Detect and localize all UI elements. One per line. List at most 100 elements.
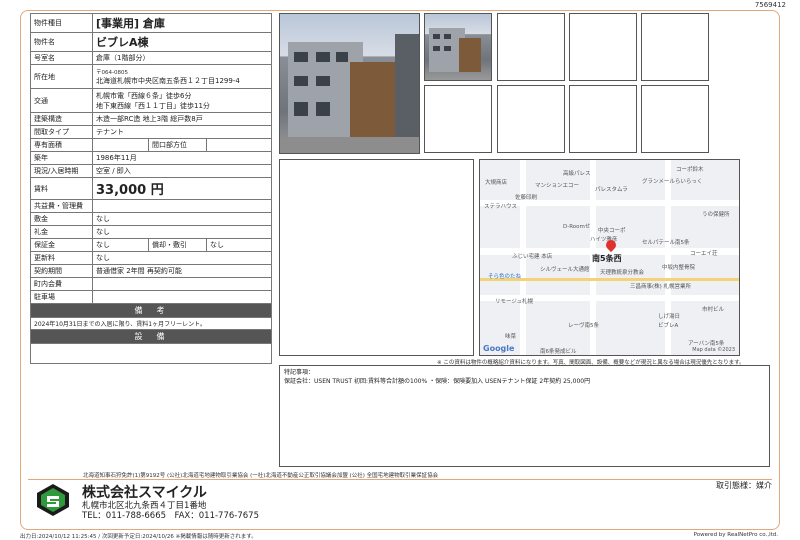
- building-photo-thumb: [424, 13, 492, 81]
- map-label: マンションエコー: [535, 183, 580, 189]
- label-built: 築年: [30, 151, 93, 165]
- map-label: 三昌商事(株) 札幌営業所: [630, 284, 692, 290]
- label-type: 物件種目: [30, 13, 93, 33]
- company-logo-icon: [37, 484, 69, 516]
- transaction-type: 取引態様：媒介: [716, 481, 772, 490]
- photo-slot: [641, 85, 709, 153]
- value-guarantee: なし: [92, 238, 149, 252]
- equipment-header: 設 備: [30, 329, 272, 344]
- label-common-fee: 共益費・管理費: [30, 199, 93, 213]
- location-map[interactable]: 高級パレス コーポ鈴木 マンションエコー パレスタムラ グランメールらいらっく …: [479, 159, 740, 356]
- label-amortization: 償却・敷引: [148, 238, 207, 252]
- map-label: アーバン南5条: [688, 341, 725, 347]
- value-access-2: 地下東西線「西１１丁目」徒歩11分: [96, 101, 210, 110]
- company-phone: TEL：011-788-6665 FAX：011-776-7675: [82, 511, 259, 521]
- map-label: コーポ鈴木: [676, 167, 704, 173]
- value-layout: テナント: [92, 125, 272, 139]
- value-contract: 普通借家 2年間 再契約可能: [92, 264, 272, 278]
- floorplan-box: [279, 159, 474, 356]
- google-logo: Google: [483, 344, 515, 353]
- photo-slot: [424, 85, 492, 153]
- label-rent: 賃料: [30, 177, 93, 200]
- map-label: 佐藤印刷: [515, 195, 538, 201]
- map-label: リモージュ札幌: [495, 299, 534, 305]
- map-label: うの保健所: [702, 212, 730, 218]
- label-frontage: 間口部方位: [148, 138, 207, 152]
- map-label: ふじい宅建 本店: [512, 254, 553, 260]
- map-label: セルパテール南5条: [642, 240, 690, 246]
- building-photo-main: [279, 13, 420, 154]
- label-deposit: 敷金: [30, 212, 93, 226]
- label-address: 所在地: [30, 64, 93, 89]
- value-type: [事業用] 倉庫: [92, 13, 272, 33]
- map-label: ビブレA: [658, 323, 679, 329]
- equipment-body: [30, 343, 272, 364]
- value-built: 1986年11月: [92, 151, 272, 165]
- label-contract: 契約期間: [30, 264, 93, 278]
- photo-slot: [569, 13, 637, 81]
- map-attribution: Map data ©2023: [692, 347, 735, 353]
- remarks-header: 備 考: [30, 303, 272, 318]
- value-community-fee: [92, 277, 272, 291]
- photo-slot: [497, 85, 565, 153]
- value-amortization: なし: [206, 238, 272, 252]
- map-label: 市村ビル: [702, 307, 725, 313]
- value-structure: 木造一部RC造 地上3階 総戸数8戸: [92, 112, 272, 126]
- powered-by: Powered by RealNetPro co.,ltd.: [693, 532, 778, 538]
- map-label: レーヴ南5条: [568, 323, 599, 329]
- special-notes-title: 特記事項：: [284, 369, 315, 376]
- label-structure: 建築構造: [30, 112, 93, 126]
- value-room: 倉庫（1階部分）: [92, 51, 272, 65]
- special-notes-text: 保証会社：USEN TRUST 初回:賃料等合計額の100% ・保険：保険要加入…: [284, 378, 591, 385]
- map-label: グランメールらいらっく: [642, 179, 703, 185]
- label-renewal: 更新料: [30, 251, 93, 265]
- map-label: パレスタムラ: [595, 187, 628, 193]
- value-rent: 33,000 円: [92, 177, 272, 200]
- map-label: 南6条発成ビル: [540, 349, 577, 355]
- value-parking: [92, 290, 272, 304]
- value-zip: 〒064-0805: [96, 69, 128, 76]
- label-parking: 駐車場: [30, 290, 93, 304]
- value-address: 北海道札幌市中央区南五条西１２丁目1299-4: [96, 76, 240, 85]
- map-label: 天理教統泉分教会: [600, 270, 645, 276]
- label-layout: 間取タイプ: [30, 125, 93, 139]
- value-frontage: [206, 138, 272, 152]
- property-spec-table: 物件種目 [事業用] 倉庫 物件名 ビブレA棟 号室名 倉庫（1階部分） 所在地 〒06…: [30, 13, 272, 364]
- label-community-fee: 町内会費: [30, 277, 93, 291]
- map-label: ステラハウス: [484, 204, 517, 210]
- photo-slot: [569, 85, 637, 153]
- label-name: 物件名: [30, 32, 93, 52]
- map-label: シルヴェール大通館: [540, 267, 590, 273]
- value-status: 空室 / 即入: [92, 164, 272, 178]
- building-illustration: [280, 34, 419, 153]
- map-label: 中央コーポ: [598, 228, 626, 234]
- label-key-money: 礼金: [30, 225, 93, 239]
- value-area: [92, 138, 149, 152]
- label-guarantee: 保証金: [30, 238, 93, 252]
- map-label: 高級パレス: [563, 171, 591, 177]
- map-label: 大規商店: [485, 180, 508, 186]
- value-key-money: なし: [92, 225, 272, 239]
- label-room: 号室名: [30, 51, 93, 65]
- map-label-intersection: 南5条西: [592, 254, 622, 263]
- map-label: コーエイ荘: [690, 251, 718, 257]
- label-area: 専有面積: [30, 138, 93, 152]
- label-access: 交通: [30, 88, 93, 113]
- value-access-1: 札幌市電「西線６条」徒歩6分: [96, 91, 192, 100]
- map-label: そら色のたね: [488, 274, 522, 280]
- license-info: 北海道知事石狩免許(1)第9192号 (公社)北海道宅地建物取引業協会 (一社)…: [83, 473, 439, 479]
- special-notes: 特記事項： 保証会社：USEN TRUST 初回:賃料等合計額の100% ・保険…: [279, 365, 770, 467]
- map-label: 中坂内整骨院: [662, 265, 696, 271]
- photo-slot: [497, 13, 565, 81]
- map-label: D-Roomせ: [563, 224, 591, 230]
- remarks-text: 2024年10月31日までの入居に限り、賃料1ヶ月フリーレント。: [30, 317, 272, 330]
- map-label: しげ湯日: [658, 314, 681, 320]
- print-info: 出力日:2024/10/12 11:25:45 / 次回更新予定日:2024/1…: [20, 534, 257, 540]
- label-status: 現況/入居時期: [30, 164, 93, 178]
- document-id: 7569412: [754, 1, 786, 9]
- value-renewal: なし: [92, 251, 272, 265]
- value-name: ビブレA棟: [92, 32, 272, 52]
- photo-slot: [641, 13, 709, 81]
- value-common-fee: [92, 199, 272, 213]
- value-deposit: なし: [92, 212, 272, 226]
